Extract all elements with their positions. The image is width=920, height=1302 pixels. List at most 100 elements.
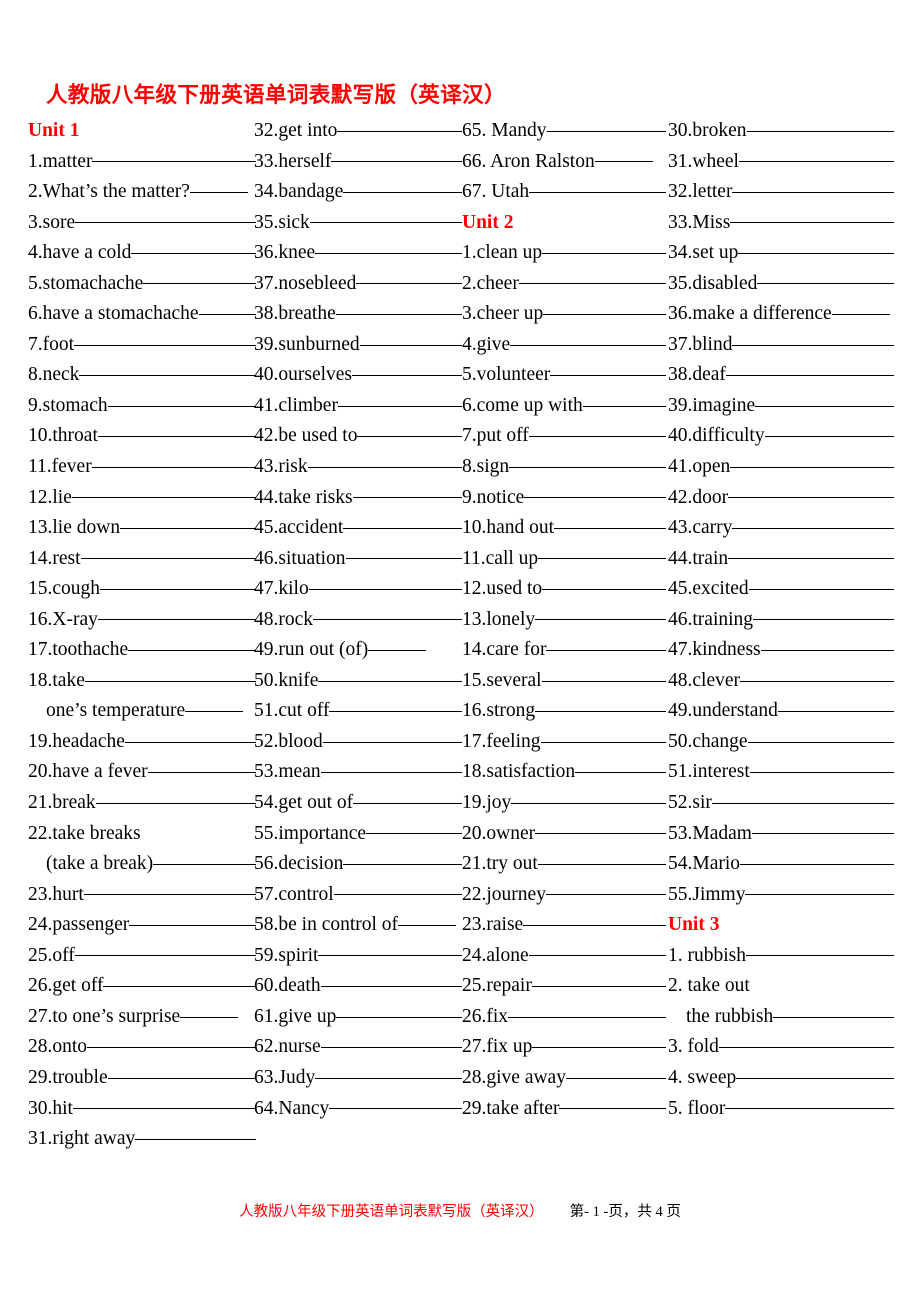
answer-blank-line (559, 1094, 666, 1114)
answer-blank-line (308, 575, 462, 595)
answer-blank-line (87, 1033, 256, 1053)
word-entry-label: 25.repair (462, 975, 532, 997)
answer-blank-line (71, 483, 256, 503)
word-entry: 50.change (668, 727, 894, 758)
word-entry: 18.take (28, 666, 256, 697)
word-entry: 45.accident (254, 513, 462, 544)
word-entry-label: 63.Judy (254, 1066, 316, 1088)
word-entry-label: 21.break (28, 792, 96, 814)
word-entry: 51.cut off (254, 696, 462, 727)
word-entry: 18.satisfaction (462, 757, 666, 788)
answer-blank-line (732, 330, 894, 350)
word-entry: 9.notice (462, 483, 666, 514)
answer-blank-line (528, 422, 666, 442)
answer-blank-line (546, 636, 666, 656)
word-entry: 40.ourselves (254, 360, 462, 391)
word-entry-label: 28.give away (462, 1066, 566, 1088)
answer-blank-line (315, 239, 462, 259)
answer-blank-line (545, 880, 666, 900)
answer-blank-line (120, 514, 256, 534)
answer-blank-line (75, 208, 256, 228)
word-entry: 23.raise (462, 910, 666, 941)
word-entry: 2.What’s the matter? (28, 177, 256, 208)
answer-blank-line (352, 483, 462, 503)
answer-blank-line (307, 453, 462, 473)
answer-blank-line (83, 880, 256, 900)
word-entry: 1.clean up (462, 238, 666, 269)
word-entry: 9.stomach (28, 391, 256, 422)
answer-blank-line (541, 666, 666, 686)
answer-blank-line (366, 819, 462, 839)
unit-heading: Unit 3 (668, 910, 894, 941)
word-entry: 48.clever (668, 666, 894, 697)
word-entry-label: 14.rest (28, 547, 81, 569)
word-entry: 33.herself (254, 147, 462, 178)
answer-blank-line (546, 117, 667, 137)
word-entry-label: 48.clever (668, 669, 741, 691)
word-entry-label: 12.lie (28, 486, 72, 508)
word-entry-label: 38.breathe (254, 303, 336, 325)
word-entry-label: 8.neck (28, 364, 80, 386)
word-entry: 10.throat (28, 421, 256, 452)
word-entry-continuation: (take a break) (28, 849, 256, 880)
word-entry-label: 37.blind (668, 333, 733, 355)
answer-blank-line (575, 758, 666, 778)
word-entry-label: 30.hit (28, 1097, 73, 1119)
word-entry: 8.sign (462, 452, 666, 483)
answer-blank-line (357, 422, 462, 442)
word-entry: 46.situation (254, 544, 462, 575)
word-entry: 27.fix up (462, 1032, 666, 1063)
answer-blank-line (353, 789, 462, 809)
answer-blank-line (329, 697, 462, 717)
answer-blank-line (732, 514, 894, 534)
word-entry-label: 32.letter (668, 181, 733, 203)
word-entry-label: 5. floor (668, 1097, 726, 1119)
word-entry-label: 3. fold (668, 1036, 719, 1058)
word-entry: 29.trouble (28, 1063, 256, 1094)
word-entry-label: 46.training (668, 608, 754, 630)
word-entry-label: 35.sick (254, 211, 310, 233)
word-entry-label: 22.take breaks (28, 822, 141, 844)
word-entry: 2.cheer (462, 269, 666, 300)
word-entry: 3. fold (668, 1032, 894, 1063)
answer-blank-line (755, 391, 894, 411)
word-entry: 27.to one’s surprise (28, 1002, 256, 1033)
word-entry-label: 35.disabled (668, 272, 758, 294)
word-entry-label: 29.trouble (28, 1066, 108, 1088)
word-entry: 39.imagine (668, 391, 894, 422)
answer-blank-line (753, 605, 894, 625)
answer-blank-line (309, 208, 462, 228)
word-entry-label: 1.matter (28, 150, 93, 172)
word-entry: 52.sir (668, 788, 894, 819)
answer-blank-line (738, 147, 894, 167)
answer-blank-line (368, 636, 427, 656)
answer-blank-line (728, 544, 894, 564)
word-entry: 5. floor (668, 1094, 894, 1125)
word-entry-label: 57.control (254, 883, 334, 905)
word-entry-label: 43.risk (254, 456, 308, 478)
answer-blank-line (318, 666, 462, 686)
answer-blank-line (153, 850, 256, 870)
answer-blank-line (198, 300, 256, 320)
word-entry-label: 6.have a stomachache (28, 303, 199, 325)
word-entry: 67. Utah (462, 177, 666, 208)
answer-blank-line (320, 972, 462, 992)
answer-blank-line (524, 483, 666, 503)
word-entry-label: 15.cough (28, 578, 101, 600)
answer-blank-line (554, 514, 666, 534)
word-entry-label: 50.knife (254, 669, 319, 691)
word-entry-label: 52.blood (254, 730, 323, 752)
word-entry-label: 25.off (28, 944, 75, 966)
answer-blank-line (343, 850, 462, 870)
word-entry: 37.blind (668, 330, 894, 361)
answer-blank-line (337, 117, 462, 137)
answer-blank-line (535, 819, 666, 839)
word-entry-label: 27.to one’s surprise (28, 1005, 181, 1027)
word-entry: 29.take after (462, 1094, 666, 1125)
word-entry: 58.be in control of (254, 910, 462, 941)
answer-blank-line (740, 666, 894, 686)
word-entry-label: 5.volunteer (462, 364, 551, 386)
word-entry: 39.sunburned (254, 330, 462, 361)
word-entry-label: 53.Madam (668, 822, 752, 844)
answer-blank-line (831, 300, 890, 320)
